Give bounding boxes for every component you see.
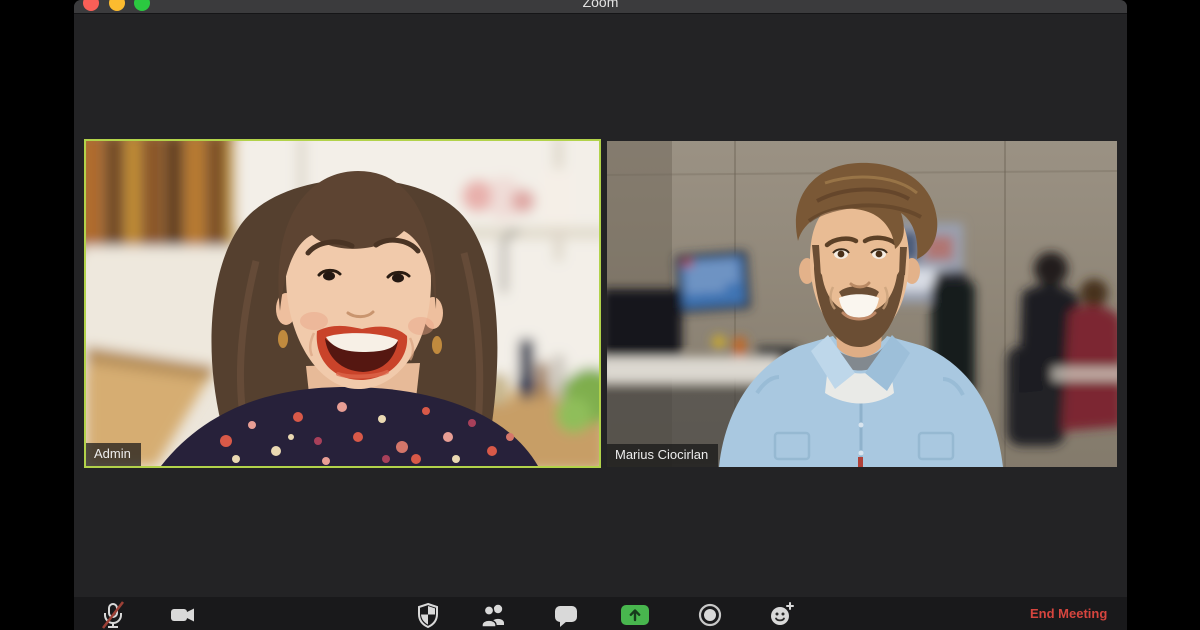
reactions-icon — [771, 602, 794, 625]
participants-icon — [481, 604, 504, 628]
zoom-app-window: Zoom Admin Marius Ciocirlan End Meeting — [74, 0, 1127, 630]
marius-video-image — [607, 141, 1117, 467]
chat-button[interactable] — [552, 601, 580, 629]
participant-name-admin: Admin — [86, 443, 141, 466]
mute-button[interactable] — [99, 601, 127, 629]
reactions-button[interactable] — [767, 601, 795, 629]
record-icon — [698, 603, 722, 627]
chat-bubble-icon — [555, 606, 577, 627]
share-screen-icon — [621, 605, 649, 625]
share-screen-button[interactable] — [619, 601, 651, 629]
participant-name-marius: Marius Ciocirlan — [607, 444, 719, 467]
video-camera-icon — [171, 608, 194, 622]
participants-button[interactable] — [480, 601, 508, 629]
admin-video-image — [86, 141, 599, 466]
video-button[interactable] — [169, 601, 197, 629]
video-tile-admin[interactable]: Admin — [84, 139, 601, 468]
security-button[interactable] — [414, 601, 442, 629]
security-shield-icon — [418, 602, 438, 629]
microphone-muted-icon — [101, 601, 125, 629]
window-title: Zoom — [582, 0, 619, 10]
end-meeting-button[interactable]: End Meeting — [1030, 606, 1107, 621]
meeting-toolbar: End Meeting — [74, 597, 1127, 630]
video-tile-marius[interactable]: Marius Ciocirlan — [607, 141, 1117, 467]
record-button[interactable] — [696, 601, 724, 629]
window-titlebar[interactable]: Zoom — [74, 0, 1127, 14]
